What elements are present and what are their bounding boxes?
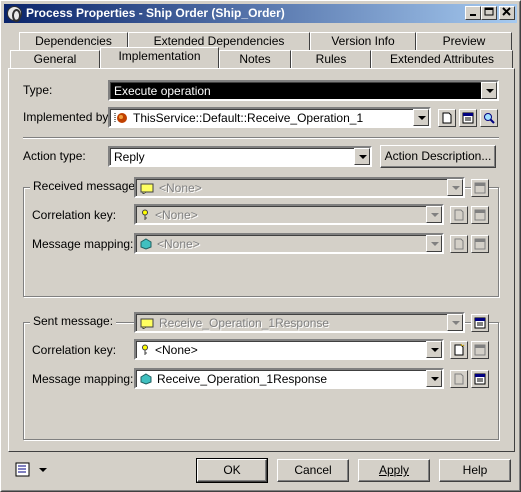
new-icon (454, 209, 464, 221)
message-icon (140, 183, 154, 194)
ok-button[interactable]: OK (196, 458, 268, 483)
maximize-button[interactable] (481, 6, 497, 20)
chevron-down-icon[interactable] (447, 179, 463, 196)
window-title: Process Properties - Ship Order (Ship_Or… (26, 6, 285, 20)
chevron-down-icon[interactable] (426, 206, 442, 223)
title-bar: Process Properties - Ship Order (Ship_Or… (4, 4, 517, 23)
sent-mapping-label: Message mapping: (32, 372, 134, 386)
new-icon (454, 373, 464, 385)
sent-message-properties-button[interactable] (471, 314, 489, 332)
chevron-down-icon[interactable] (413, 109, 429, 126)
received-mapping-create-button[interactable] (450, 235, 468, 253)
action-type-label: Action type: (23, 149, 86, 163)
chevron-down-icon[interactable] (447, 314, 463, 331)
sent-correlation-create-button[interactable] (450, 341, 468, 359)
received-message-select[interactable]: <None> (134, 177, 465, 198)
sent-correlation-properties-button[interactable] (471, 341, 489, 359)
chevron-down-icon[interactable] (426, 341, 442, 358)
tab-rules[interactable]: Rules (291, 50, 371, 68)
properties-window: Process Properties - Ship Order (Ship_Or… (0, 0, 521, 492)
type-select[interactable]: Execute operation (108, 80, 499, 101)
action-description-button[interactable]: Action Description... (380, 145, 496, 168)
minimize-button[interactable] (465, 6, 481, 20)
properties-icon (474, 182, 486, 194)
received-mapping-select[interactable]: <None> (134, 233, 444, 254)
tab-implementation[interactable]: Implementation (100, 47, 219, 68)
key-icon (142, 209, 148, 220)
create-button[interactable] (438, 109, 456, 127)
chevron-down-icon[interactable] (426, 370, 442, 387)
menu-button[interactable] (15, 462, 49, 481)
received-message-properties-button[interactable] (471, 179, 489, 197)
sent-mapping-select[interactable]: Receive_Operation_1Response (134, 368, 444, 389)
app-icon (7, 6, 22, 22)
received-correlation-create-button[interactable] (450, 206, 468, 224)
received-mapping-properties-button[interactable] (471, 235, 489, 253)
properties-icon (474, 344, 486, 356)
new-icon (454, 344, 465, 356)
chevron-down-icon[interactable] (426, 235, 442, 252)
tab-version-info[interactable]: Version Info (310, 32, 416, 50)
mapping-icon (140, 238, 152, 250)
received-message-label: Received message: (30, 179, 142, 193)
properties-icon (462, 112, 474, 124)
received-correlation-label: Correlation key: (32, 208, 117, 222)
tab-extended-attributes[interactable]: Extended Attributes (371, 50, 513, 68)
tab-notes[interactable]: Notes (219, 50, 291, 68)
mapping-icon (140, 373, 152, 385)
sent-mapping-create-button[interactable] (450, 370, 468, 388)
help-button[interactable]: Help (439, 459, 511, 482)
chevron-down-icon[interactable] (354, 148, 370, 165)
tab-preview[interactable]: Preview (416, 32, 512, 50)
new-icon (442, 112, 452, 124)
new-icon (454, 238, 464, 250)
chevron-down-icon[interactable] (481, 82, 497, 99)
sent-message-select[interactable]: Receive_Operation_1Response (134, 312, 465, 333)
sent-mapping-properties-button[interactable] (471, 370, 489, 388)
tab-general[interactable]: General (10, 50, 100, 68)
close-icon (502, 7, 511, 16)
action-type-select[interactable]: Reply (108, 146, 372, 167)
find-button[interactable] (480, 109, 498, 127)
cancel-button[interactable]: Cancel (277, 459, 349, 482)
sent-correlation-select[interactable]: <None> (134, 339, 444, 360)
properties-icon (474, 209, 486, 221)
key-icon (142, 344, 148, 355)
operation-icon (114, 113, 127, 123)
menu-icon (15, 462, 47, 477)
properties-icon (474, 317, 486, 329)
properties-icon (474, 238, 486, 250)
separator (23, 137, 499, 139)
find-icon (484, 113, 495, 124)
close-button[interactable] (499, 6, 515, 20)
minimize-icon (470, 14, 476, 16)
sent-message-label: Sent message: (30, 314, 117, 328)
received-correlation-properties-button[interactable] (471, 206, 489, 224)
properties-button[interactable] (459, 109, 477, 127)
received-mapping-label: Message mapping: (32, 237, 134, 251)
maximize-icon (484, 7, 494, 16)
properties-icon (474, 373, 486, 385)
implemented-by-select[interactable]: ThisService::Default::Receive_Operation_… (108, 107, 431, 128)
message-icon (140, 318, 154, 329)
type-label: Type: (23, 83, 53, 97)
apply-button[interactable]: Apply (358, 459, 430, 482)
implemented-by-label: Implemented by: (23, 110, 112, 124)
received-correlation-select[interactable]: <None> (134, 204, 444, 225)
sent-correlation-label: Correlation key: (32, 343, 117, 357)
